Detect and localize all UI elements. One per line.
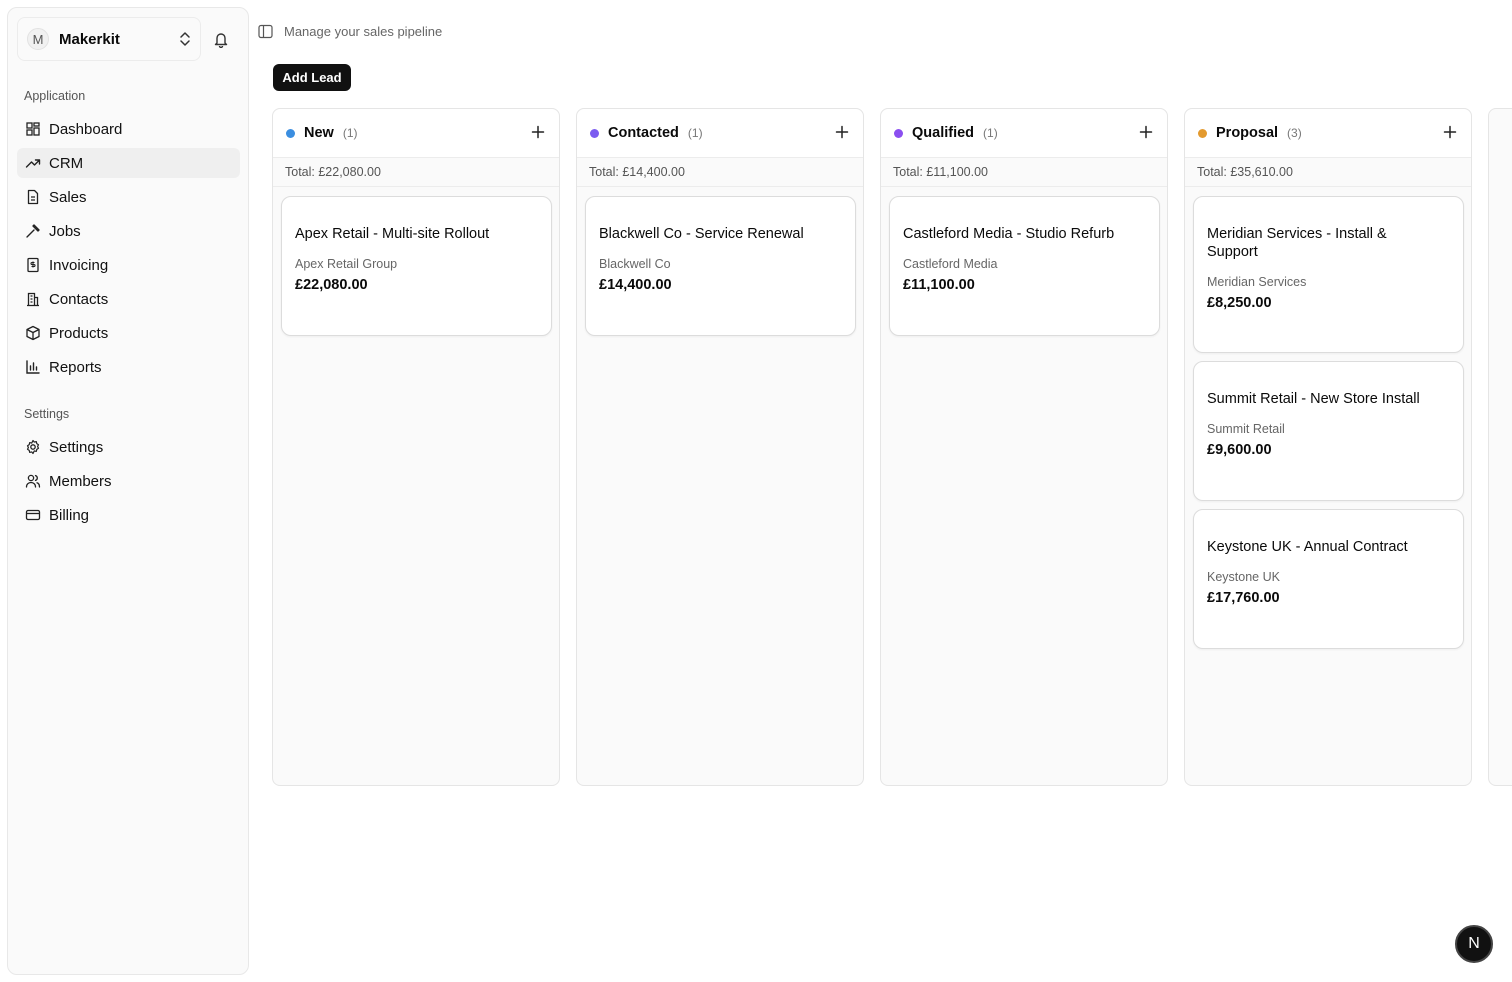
column-header: Qualified (1) xyxy=(881,109,1167,158)
lead-company: Summit Retail xyxy=(1207,422,1285,436)
lead-company: Blackwell Co xyxy=(599,257,671,271)
plus-icon[interactable] xyxy=(1443,125,1457,139)
lead-title: Castleford Media - Studio Refurb xyxy=(903,226,1115,242)
add-lead-button[interactable]: Add Lead xyxy=(273,64,351,91)
sidebar-item-dashboard[interactable]: Dashboard xyxy=(17,114,240,144)
sidebar-item-members[interactable]: Members xyxy=(17,466,240,496)
pipeline-column-proposal: Proposal (3) Total: £35,610.00 Meridian … xyxy=(1184,108,1472,786)
nextjs-badge[interactable]: N xyxy=(1455,925,1493,963)
column-total: Total: £14,400.00 xyxy=(577,158,863,187)
column-header: New (1) xyxy=(273,109,559,158)
sidebar-item-label: Settings xyxy=(49,438,104,456)
sidebar-item-label: CRM xyxy=(49,154,84,172)
column-title: New xyxy=(304,125,334,141)
lead-title: Summit Retail - New Store Install xyxy=(1207,391,1420,407)
dashboard-icon xyxy=(26,122,40,136)
invoice-icon xyxy=(27,257,39,273)
lead-card[interactable]: Meridian Services - Install & Support Me… xyxy=(1193,196,1464,353)
chevrons-up-down-icon xyxy=(180,32,190,46)
group-label-application: Application xyxy=(24,89,86,103)
sidebar-item-label: Products xyxy=(49,324,109,342)
column-header: Contacted (1) xyxy=(577,109,863,158)
credit-card-icon xyxy=(25,509,41,521)
pipeline-column-qualified: Qualified (1) Total: £11,100.00 Castlefo… xyxy=(880,108,1168,786)
plus-icon[interactable] xyxy=(531,125,545,139)
group-label-settings: Settings xyxy=(24,407,70,421)
column-total: Total: £11,100.00 xyxy=(881,158,1167,187)
status-dot xyxy=(1198,128,1207,138)
page-subtitle: Manage your sales pipeline xyxy=(284,24,443,39)
plus-icon[interactable] xyxy=(835,125,849,139)
lead-amount: £8,250.00 xyxy=(1207,295,1272,311)
users-icon xyxy=(25,474,41,488)
status-dot xyxy=(590,128,599,138)
lead-amount: £11,100.00 xyxy=(903,277,975,293)
sidebar-item-settings[interactable]: Settings xyxy=(17,432,240,462)
lead-company: Meridian Services xyxy=(1207,275,1307,289)
sidebar-item-label: Invoicing xyxy=(49,256,109,274)
package-icon xyxy=(26,325,40,341)
avatar: M xyxy=(27,28,49,50)
column-total: Total: £22,080.00 xyxy=(273,158,559,187)
sidebar-item-billing[interactable]: Billing xyxy=(17,500,240,530)
column-count: (1) xyxy=(687,126,703,140)
lead-amount: £17,760.00 xyxy=(1207,590,1280,606)
pipeline-column-partial xyxy=(1488,108,1512,786)
account-switcher[interactable]: M Makerkit xyxy=(17,17,201,61)
column-count: (1) xyxy=(983,126,998,140)
document-icon xyxy=(27,189,39,205)
column-title: Contacted xyxy=(608,125,679,141)
sidebar-item-sales[interactable]: Sales xyxy=(17,182,240,212)
lead-amount: £14,400.00 xyxy=(599,277,672,293)
sidebar-item-label: Jobs xyxy=(49,222,81,240)
building-icon xyxy=(27,292,39,307)
pipeline-column-contacted: Contacted (1) Total: £14,400.00 Blackwel… xyxy=(576,108,864,786)
lead-title: Blackwell Co - Service Renewal xyxy=(599,226,804,242)
lead-card[interactable]: Apex Retail - Multi-site Rollout Apex Re… xyxy=(281,196,552,336)
column-title: Qualified xyxy=(912,125,975,141)
sidebar-item-label: Sales xyxy=(49,188,87,206)
lead-card[interactable]: Blackwell Co - Service Renewal Blackwell… xyxy=(585,196,856,336)
gear-icon xyxy=(26,439,40,455)
bell-icon[interactable] xyxy=(213,31,229,48)
column-count: (1) xyxy=(342,126,358,140)
lead-card[interactable]: Keystone UK - Annual Contract Keystone U… xyxy=(1193,509,1464,649)
sidebar-item-label: Reports xyxy=(49,358,102,376)
sidebar-item-crm[interactable]: CRM xyxy=(17,148,240,178)
status-dot xyxy=(286,128,295,138)
lead-amount: £22,080.00 xyxy=(295,277,368,293)
lead-company: Apex Retail Group xyxy=(295,257,398,271)
lead-title: Meridian Services - Install & Support xyxy=(1207,226,1387,260)
sidebar-item-contacts[interactable]: Contacts xyxy=(17,284,240,314)
column-total: Total: £35,610.00 xyxy=(1185,158,1471,187)
sidebar: M Makerkit Application Dashboard CRM Sal… xyxy=(7,7,249,975)
sidebar-item-reports[interactable]: Reports xyxy=(17,352,240,382)
lead-card[interactable]: Summit Retail - New Store Install Summit… xyxy=(1193,361,1464,501)
sidebar-item-label: Dashboard xyxy=(49,120,123,138)
sidebar-item-jobs[interactable]: Jobs xyxy=(17,216,240,246)
trending-up-icon xyxy=(25,159,41,168)
sidebar-toggle-icon[interactable] xyxy=(258,24,273,39)
column-title: Proposal xyxy=(1216,125,1279,141)
sidebar-item-products[interactable]: Products xyxy=(17,318,240,348)
lead-amount: £9,600.00 xyxy=(1207,442,1272,458)
sidebar-item-label: Billing xyxy=(49,506,90,524)
pipeline-column-new: New (1) Total: £22,080.00 Apex Retail - … xyxy=(272,108,560,786)
lead-card[interactable]: Castleford Media - Studio Refurb Castlef… xyxy=(889,196,1160,336)
bar-chart-icon xyxy=(26,360,40,374)
sidebar-item-invoicing[interactable]: Invoicing xyxy=(17,250,240,280)
column-count: (3) xyxy=(1287,126,1302,140)
account-name: Makerkit xyxy=(59,30,120,48)
lead-title: Keystone UK - Annual Contract xyxy=(1207,539,1408,555)
sidebar-item-label: Contacts xyxy=(49,290,109,308)
lead-company: Keystone UK xyxy=(1207,570,1280,584)
lead-title: Apex Retail - Multi-site Rollout xyxy=(295,226,490,242)
lead-company: Castleford Media xyxy=(903,257,998,271)
pipeline-board: New (1) Total: £22,080.00 Apex Retail - … xyxy=(272,108,1512,786)
hammer-icon xyxy=(26,224,40,238)
status-dot xyxy=(894,128,903,138)
sidebar-item-label: Members xyxy=(49,472,112,490)
column-header: Proposal (3) xyxy=(1185,109,1471,158)
plus-icon[interactable] xyxy=(1139,125,1153,139)
